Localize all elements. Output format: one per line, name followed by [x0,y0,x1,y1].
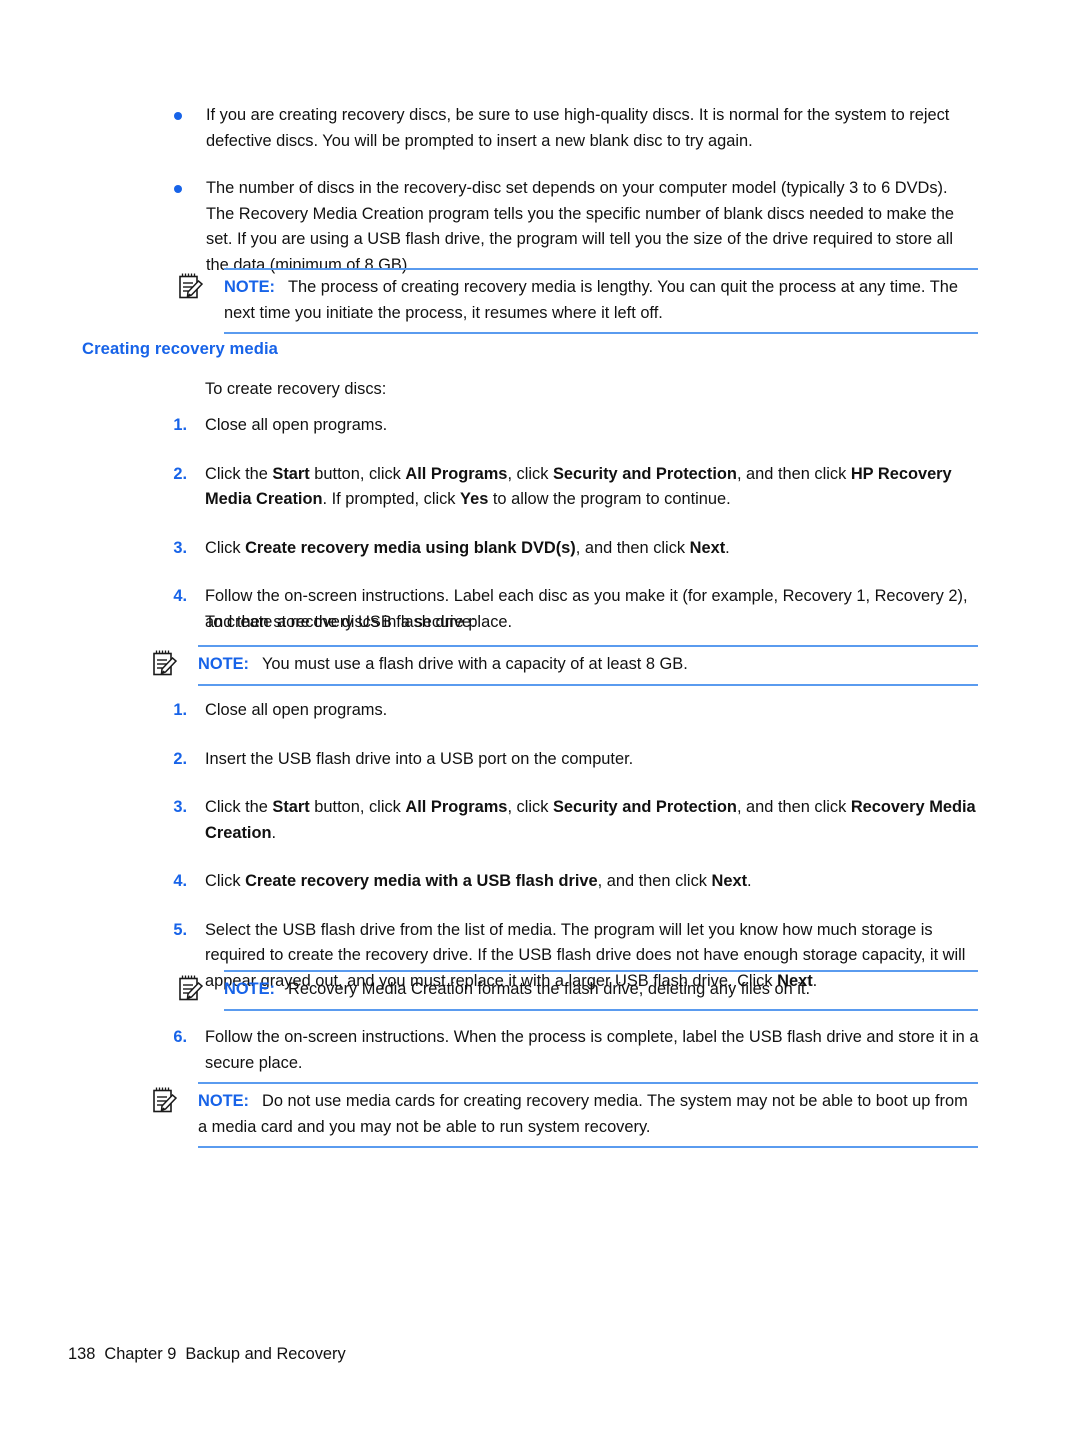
list-item: The number of discs in the recovery-disc… [168,176,980,278]
step-number: 3. [173,798,187,816]
step-number: 1. [173,701,187,719]
step-text: Close all open programs. [205,701,388,719]
note-box-4: NOTE: Do not use media cards for creating… [146,1082,978,1148]
note-text: You must use a flash drive with a capaci… [262,655,688,673]
step-number: 6. [173,1028,187,1046]
note-pad-pencil-icon [153,1087,178,1113]
note-box-3: NOTE: Recovery Media Creation formats the… [172,970,978,1011]
ordered-list-usb: 1. Close all open programs. 2. Insert th… [165,698,980,1008]
document-page: If you are creating recovery discs, be s… [0,0,1080,1437]
step-number: 4. [173,872,187,890]
list-step: 6. Follow the on-screen instructions. Wh… [165,1025,980,1076]
step-text: Click Create recovery media using blank … [205,538,730,557]
step-text: Follow the on-screen instructions. When … [205,1028,979,1072]
step-text: Insert the USB flash drive into a USB po… [205,749,634,768]
list-step: 3. Click the Start button, click All Pro… [165,795,980,846]
step-text: Click Create recovery media with a USB f… [205,872,752,890]
footer-chapter: Chapter 9 [104,1345,177,1363]
list-step: 2. Click the Start button, click All Pro… [165,462,980,513]
page-footer: 138 Chapter 9 Backup and Recovery [68,1345,346,1364]
footer-title: Backup and Recovery [185,1345,346,1363]
note-text: Do not use media cards for creating reco… [198,1092,968,1136]
step-number: 2. [173,464,187,483]
bullet-text: If you are creating recovery discs, be s… [206,106,950,150]
note-box-1: NOTE: The process of creating recovery me… [172,268,978,334]
note-pad-pencil-icon [179,273,204,299]
list-step: 4. Click Create recovery media with a US… [165,869,980,895]
bullet-dot-icon [174,185,182,193]
lead-paragraph-discs: To create recovery discs: [205,380,387,398]
bullet-text: The number of discs in the recovery-disc… [206,179,954,274]
note-text: Recovery Media Creation formats the flas… [288,980,811,998]
note-text: The process of creating recovery media i… [224,278,958,322]
list-item: If you are creating recovery discs, be s… [168,103,980,154]
step-text: Close all open programs. [205,416,388,434]
list-step: 1. Close all open programs. [165,698,980,724]
list-step: 1. Close all open programs. [165,413,980,439]
bullet-dot-icon [174,112,182,120]
ordered-list-usb-continued: 6. Follow the on-screen instructions. Wh… [165,1025,980,1090]
footer-page-number: 138 [68,1345,96,1363]
note-pad-pencil-icon [179,975,204,1001]
step-number: 3. [173,538,187,557]
note-label: NOTE: [198,655,249,673]
step-number: 5. [173,920,187,939]
step-text: Click the Start button, click All Progra… [205,464,952,509]
lead-paragraph-usb: To create a recovery USB flash drive: [205,613,476,631]
step-number: 2. [173,749,187,768]
note-box-2: NOTE: You must use a flash drive with a c… [146,645,978,686]
step-text: Click the Start button, click All Progra… [205,798,976,842]
step-number: 4. [173,587,187,605]
note-label: NOTE: [224,278,275,296]
section-heading: Creating recovery media [82,339,278,358]
list-step: 2. Insert the USB flash drive into a USB… [165,747,980,773]
list-step: 3. Click Create recovery media using bla… [165,536,980,562]
step-number: 1. [173,416,187,434]
note-pad-pencil-icon [153,650,178,676]
note-label: NOTE: [224,980,275,998]
note-label: NOTE: [198,1092,249,1110]
